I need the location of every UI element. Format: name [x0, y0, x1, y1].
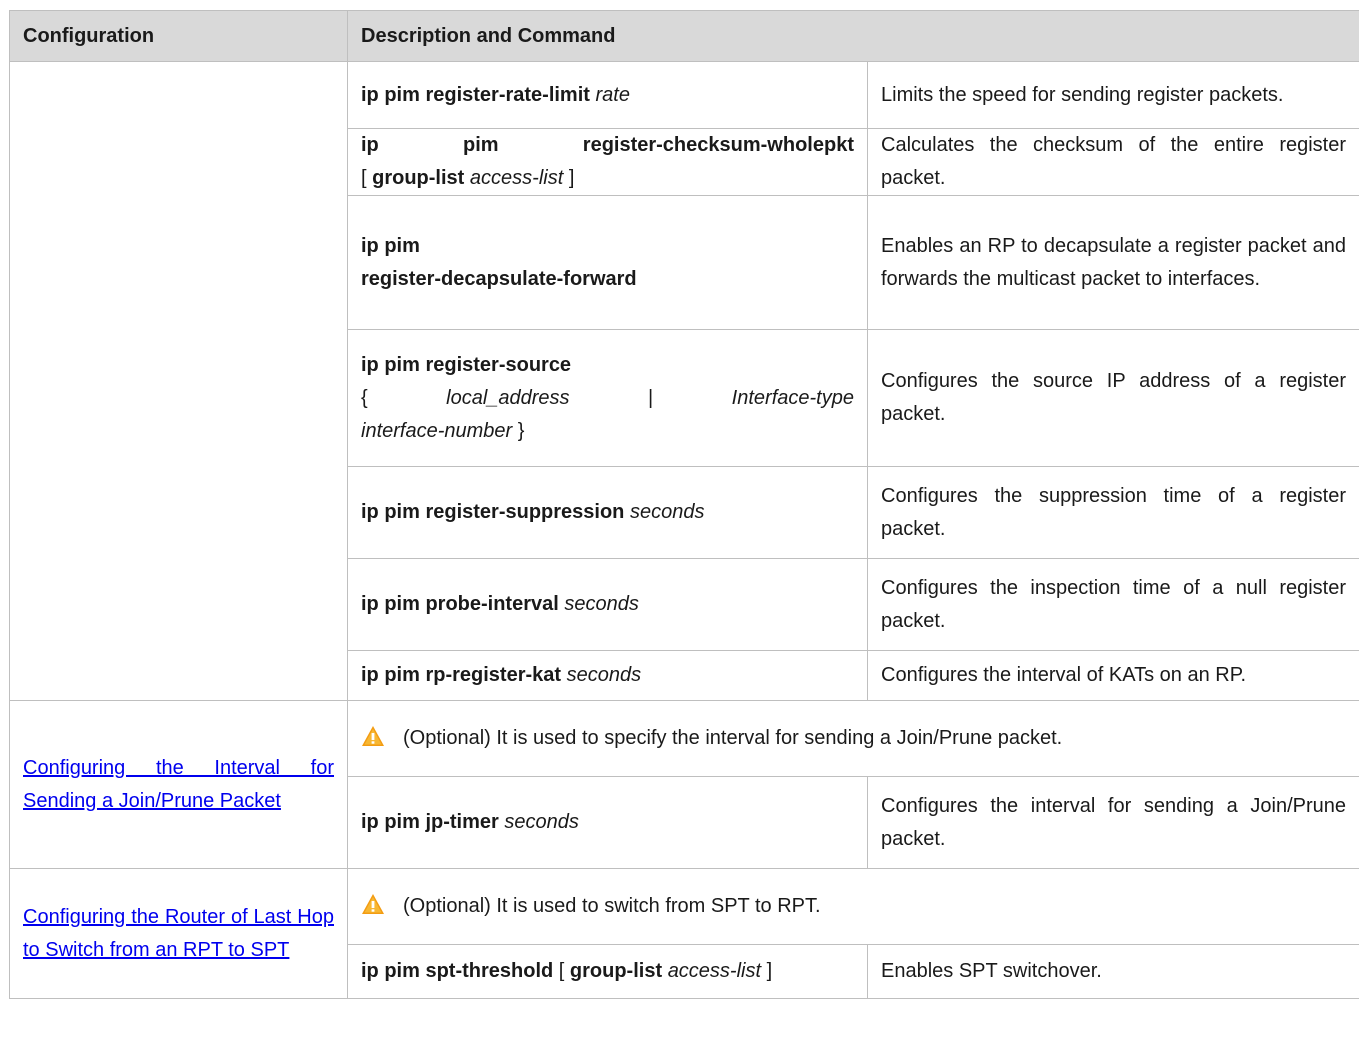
description-cell: Configures the interval of KATs on an RP…: [866, 650, 1359, 701]
note-cell: (Optional) It is used to specify the int…: [346, 700, 1359, 777]
command-line: [ group-list access-list ]: [361, 162, 854, 195]
description-cell: Configures the interval for sending a Jo…: [866, 776, 1359, 869]
command-keyword: ip: [361, 134, 379, 156]
table-header-row: Configuration Description and Command: [9, 10, 1359, 62]
command-keyword: ip pim rp-register-kat: [361, 664, 562, 686]
description-cell: Enables SPT switchover.: [866, 944, 1359, 999]
configuration-table: Configuration Description and Command ip…: [9, 10, 1359, 999]
table-row: Configuring the Interval for Sending a J…: [9, 700, 1359, 869]
note-cell: (Optional) It is used to switch from SPT…: [346, 868, 1359, 945]
command-keyword: register-checksum-wholepkt: [582, 134, 854, 156]
command-line: ip pim register-source: [361, 353, 572, 376]
command-line: ip pim: [361, 234, 420, 257]
command-argument: interface-number: [361, 419, 513, 442]
warning-icon: [361, 893, 385, 915]
command-keyword: ip pim register-rate-limit: [361, 83, 590, 106]
header-configuration: Configuration: [9, 10, 348, 62]
command-keyword: ip pim spt-threshold: [361, 960, 554, 982]
link-configuring-spt-switch[interactable]: Configuring the Router of Last Hop to Sw…: [23, 906, 334, 961]
command-keyword: ip pim probe-interval: [361, 593, 559, 615]
description-cell: Calculates the checksum of the entire re…: [866, 128, 1359, 196]
description-cell: Limits the speed for sending register pa…: [866, 61, 1359, 129]
command-cell: ip pim rp-register-kat seconds: [347, 650, 868, 701]
bracket: ]: [766, 960, 773, 982]
command-argument: access-list: [469, 167, 564, 189]
header-description-command: Description and Command: [346, 10, 1359, 62]
bracket: [: [361, 167, 367, 189]
pipe-separator: |: [648, 386, 654, 409]
brace: {: [361, 386, 368, 409]
note-text: (Optional) It is used to switch from SPT…: [403, 895, 821, 917]
description-cell: Configures the inspection time of a null…: [866, 558, 1359, 651]
configuration-cell: Configuring the Interval for Sending a J…: [9, 700, 348, 869]
brace: }: [517, 419, 525, 442]
description-cell: Configures the suppression time of a reg…: [866, 466, 1359, 559]
command-keyword: group-list: [372, 167, 465, 189]
command-argument: rate: [595, 83, 630, 106]
command-keyword: pim: [463, 134, 499, 156]
command-line: interface-number }: [361, 415, 854, 448]
command-line: ip pim register-checksum-wholepkt: [361, 129, 854, 162]
command-cell: ip pim probe-interval seconds: [347, 558, 868, 651]
warning-icon: [361, 725, 385, 747]
command-keyword: group-list: [569, 960, 663, 982]
configuration-cell-empty: [9, 61, 348, 701]
command-cell: ip pim register-checksum-wholepkt [ grou…: [347, 128, 868, 196]
command-cell: ip pim spt-threshold [ group-list access…: [347, 944, 868, 999]
command-cell: ip pim jp-timer seconds: [347, 776, 868, 869]
configuration-cell: Configuring the Router of Last Hop to Sw…: [9, 868, 348, 999]
command-argument: seconds: [629, 501, 705, 523]
command-argument: local_address: [446, 386, 570, 409]
command-cell: ip pim register-source { local_address |…: [347, 329, 868, 467]
command-argument: Interface-type: [731, 386, 854, 409]
command-cell: ip pim register-decapsulate-forward: [347, 195, 868, 330]
command-keyword: ip pim jp-timer: [361, 811, 499, 833]
command-argument: seconds: [504, 811, 579, 833]
command-line: { local_address | Interface-type: [361, 382, 854, 415]
bracket: [: [558, 960, 565, 982]
command-argument: seconds: [566, 664, 642, 686]
command-keyword: ip pim register-suppression: [361, 501, 625, 523]
command-cell: ip pim register-rate-limit rate: [347, 61, 868, 129]
bracket: ]: [568, 167, 575, 189]
command-line: register-decapsulate-forward: [361, 267, 637, 290]
command-cell: ip pim register-suppression seconds: [347, 466, 868, 559]
table-row: Configuring the Router of Last Hop to Sw…: [9, 868, 1359, 999]
description-cell: Enables an RP to decapsulate a register …: [866, 195, 1359, 330]
description-cell: Configures the source IP address of a re…: [866, 329, 1359, 467]
note-text: (Optional) It is used to specify the int…: [403, 727, 1063, 749]
link-configuring-join-prune-interval[interactable]: Configuring the Interval for Sending a J…: [23, 757, 334, 812]
command-argument: access-list: [667, 960, 762, 982]
command-argument: seconds: [564, 593, 639, 615]
table-row: ip pim register-rate-limit rate Limits t…: [9, 61, 1359, 701]
